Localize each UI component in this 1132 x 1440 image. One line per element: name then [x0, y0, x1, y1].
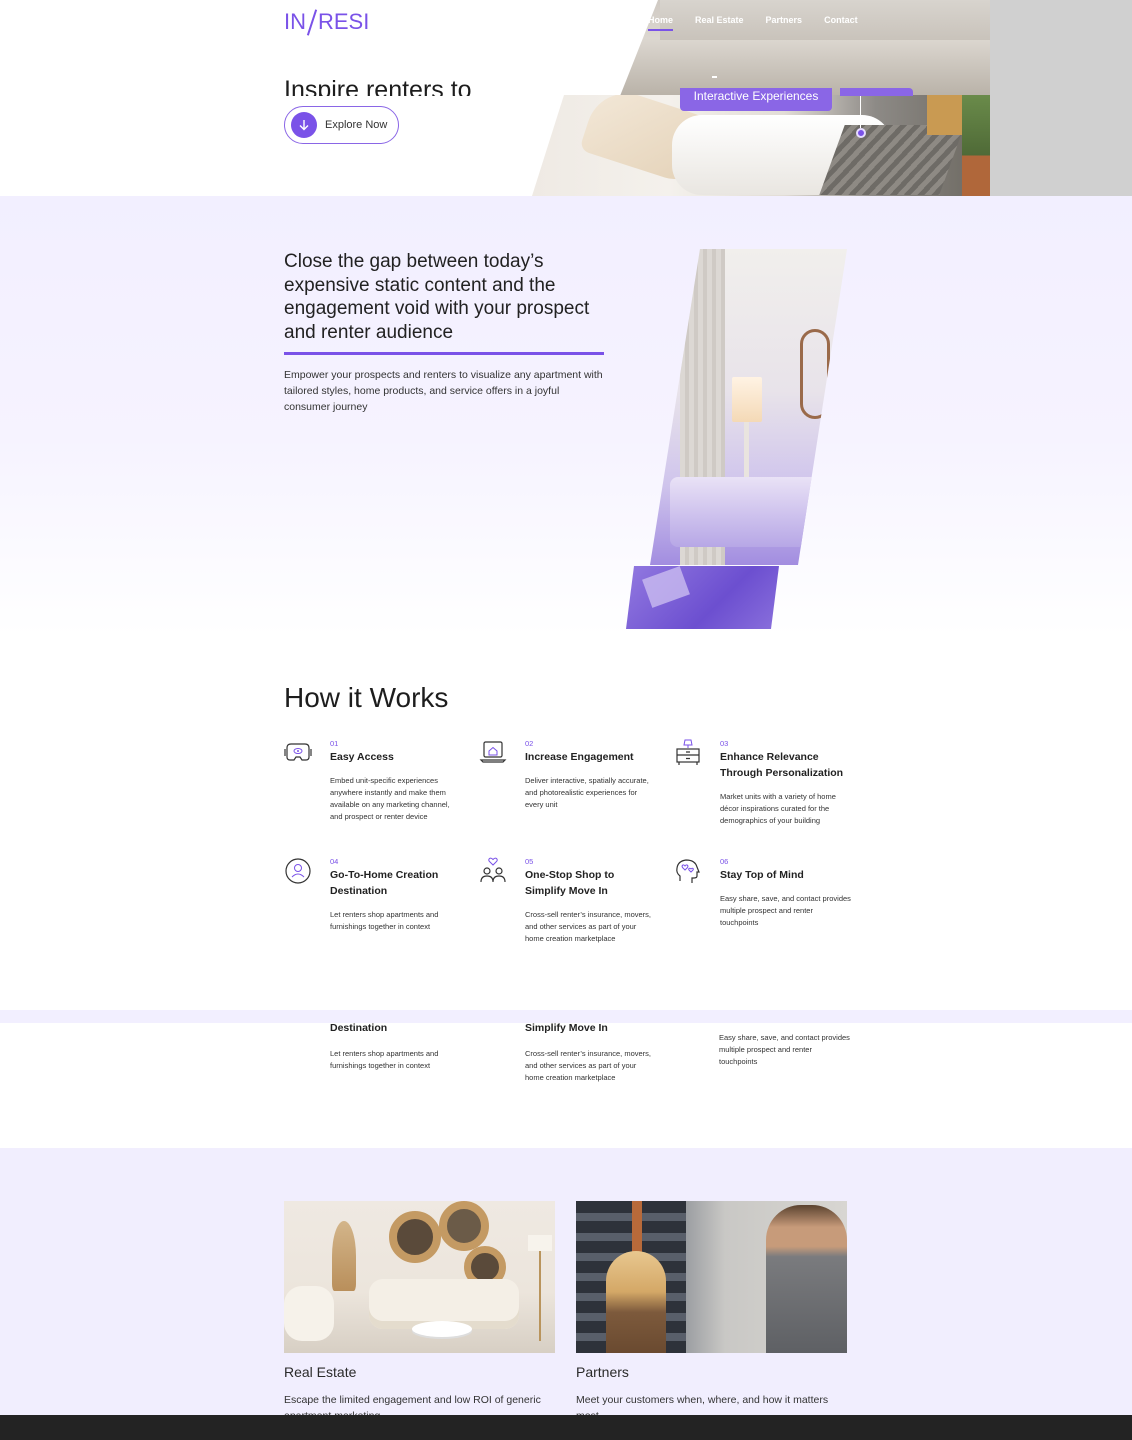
throw-blanket [819, 125, 965, 195]
step-title: Increase Engagement [525, 751, 634, 763]
round-mirror [389, 1211, 441, 1263]
lamp-shade [732, 377, 762, 422]
hero-edge-panel [990, 0, 1132, 196]
step-description: Cross-sell renter’s insurance, movers, a… [525, 910, 652, 943]
woman-figure [606, 1251, 666, 1353]
bed [670, 477, 820, 547]
vr-headset-icon [284, 743, 312, 761]
repeat-step-title: Destination [330, 1022, 388, 1034]
armchair [284, 1286, 334, 1341]
round-mirror [439, 1201, 489, 1251]
step-number: 01 [330, 739, 339, 748]
logo[interactable]: IN RESI [284, 8, 369, 36]
nav-partners[interactable]: Partners [766, 15, 803, 31]
step-title: One-Stop Shop to Simplify Move In [525, 869, 615, 897]
real-estate-card-title[interactable]: Real Estate [284, 1364, 356, 1380]
nav-contact[interactable]: Contact [824, 15, 858, 31]
step-title: Enhance Relevance Through Personalizatio… [720, 751, 844, 779]
repeated-steps-fragment [0, 1023, 1132, 1148]
dresser-lamp-icon [676, 739, 700, 765]
audience-cards-section [0, 1148, 1132, 1415]
gap-description: Empower your prospects and renters to vi… [284, 369, 603, 413]
step-title: Go-To-Home Creation Destination [330, 869, 439, 897]
nav-real-estate[interactable]: Real Estate [695, 15, 744, 31]
step-number: 02 [525, 739, 534, 748]
real-estate-card-description: Escape the limited engagement and low RO… [284, 1394, 541, 1416]
interactive-experiences-badge[interactable]: Interactive Experiences [680, 88, 832, 111]
badge-extension [840, 88, 913, 96]
step-title: Stay Top of Mind [720, 869, 804, 881]
hotspot-dot[interactable] [856, 128, 866, 138]
gap-divider [284, 352, 604, 355]
main-nav: Home Real Estate Partners Contact [648, 15, 880, 31]
man-figure [766, 1205, 847, 1353]
partners-card-description: Meet your customers when, where, and how… [576, 1394, 829, 1416]
logo-right: RESI [318, 9, 370, 34]
hotspot-line [860, 96, 861, 128]
partners-card-image[interactable] [576, 1201, 847, 1353]
step-description: Deliver interactive, spatially accurate,… [525, 776, 649, 809]
explore-now-label: Explore Now [325, 119, 388, 131]
logo-left: IN [284, 9, 306, 34]
how-it-works-title: How it Works [284, 682, 449, 713]
partners-card-title[interactable]: Partners [576, 1364, 629, 1380]
repeat-step-description: Cross-sell renter’s insurance, movers, a… [525, 1049, 652, 1082]
footer-bar [0, 1415, 1132, 1440]
gap-title: Close the gap between today’s expensive … [284, 251, 590, 343]
floor-lamp-shade [528, 1235, 552, 1251]
step-description: Easy share, save, and contact provides m… [720, 894, 851, 927]
step-number: 06 [720, 857, 729, 866]
pampas-vase [332, 1221, 356, 1291]
repeat-step-description: Let renters shop apartments and furnishi… [330, 1049, 439, 1070]
hero-title: Inspire renters to [284, 76, 472, 96]
coffee-table [412, 1321, 472, 1337]
nav-home[interactable]: Home [648, 15, 674, 31]
laptop-home-icon [479, 741, 507, 763]
people-heart-icon [480, 857, 506, 883]
step-description: Embed unit-specific experiences anywhere… [330, 776, 450, 821]
plant [962, 95, 990, 196]
arrow-down-icon [291, 112, 317, 138]
step-number: 03 [720, 739, 729, 748]
head-hearts-icon [676, 859, 700, 883]
badge-label: Interactive Experiences [693, 89, 819, 103]
step-description: Market units with a variety of home déco… [720, 792, 836, 825]
explore-now-button[interactable]: Explore Now [284, 106, 399, 144]
logo-slash [306, 8, 318, 36]
step-number: 05 [525, 857, 534, 866]
user-circle-icon [285, 858, 311, 884]
real-estate-card-image[interactable] [284, 1201, 555, 1353]
floor-lamp-pole [539, 1251, 541, 1341]
step-number: 04 [330, 857, 339, 866]
bedroom-photo-fragment [626, 566, 779, 629]
hero-section: Interactive Experiences IN RESI Home Rea… [0, 0, 1132, 196]
side-table [927, 95, 962, 135]
repeat-step-title: Simplify Move In [525, 1022, 608, 1034]
step-title: Easy Access [330, 751, 394, 763]
ceiling-light [712, 76, 717, 78]
step-description: Let renters shop apartments and furnishi… [330, 910, 439, 931]
book [642, 566, 690, 608]
repeat-step-description: Easy share, save, and contact provides m… [719, 1033, 850, 1066]
